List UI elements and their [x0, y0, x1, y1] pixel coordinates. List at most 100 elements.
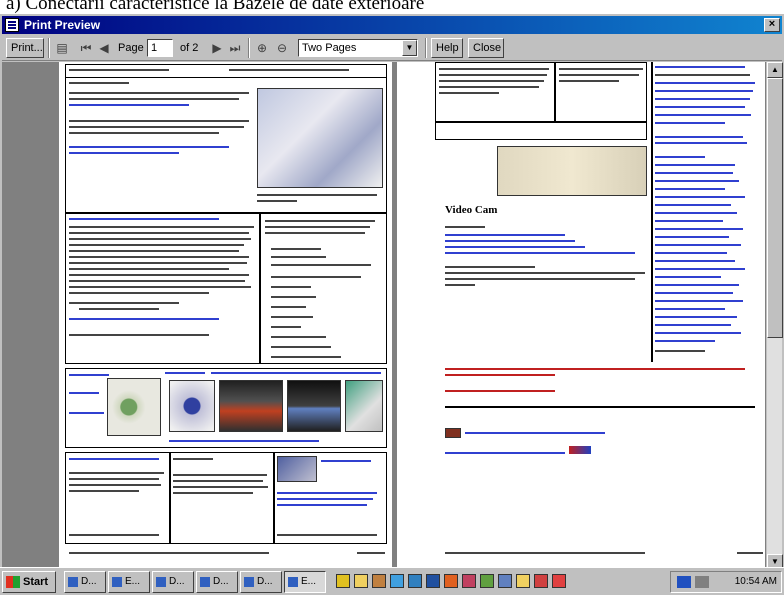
- page-number-input[interactable]: 1: [147, 39, 173, 57]
- quick-launch-icon[interactable]: [408, 574, 422, 588]
- quick-launch-icon[interactable]: [426, 574, 440, 588]
- start-button[interactable]: Start: [2, 571, 56, 593]
- text-line: [69, 126, 244, 128]
- link-line: [277, 498, 373, 500]
- taskbar-item[interactable]: E...: [108, 571, 150, 593]
- list-item: [271, 356, 341, 358]
- quick-launch-icon[interactable]: [444, 574, 458, 588]
- taskbar-item[interactable]: D...: [64, 571, 106, 593]
- text-line: [69, 280, 245, 282]
- print-preview-window: Print Preview × Print... ▤ ⏮ ◀ Page 1 of…: [0, 14, 784, 595]
- view-mode-value: Two Pages: [302, 42, 357, 54]
- text-line: [277, 534, 377, 536]
- taskbar-item-active[interactable]: E...: [284, 571, 326, 593]
- taskbar-item-label: D...: [213, 576, 229, 587]
- print-button[interactable]: Print...: [6, 38, 44, 58]
- text-line: [265, 232, 365, 234]
- link-line: [445, 234, 565, 236]
- page-content-frame: [435, 122, 647, 140]
- preview-area: Video Cam: [2, 62, 766, 570]
- link-line: [655, 220, 723, 222]
- app-icon: [288, 577, 298, 587]
- quick-launch-icon[interactable]: [552, 574, 566, 588]
- text-line: [655, 74, 750, 76]
- zoom-in-icon[interactable]: ⊕: [254, 39, 270, 57]
- text-line: [173, 458, 213, 460]
- clock[interactable]: 10:54 AM: [735, 572, 777, 592]
- preview-page-1[interactable]: [59, 62, 392, 570]
- link-line: [655, 98, 750, 100]
- quick-launch-icon[interactable]: [462, 574, 476, 588]
- column-divider: [259, 212, 261, 364]
- link-line: [655, 122, 725, 124]
- previous-page-icon[interactable]: ◀: [96, 39, 112, 57]
- chevron-down-icon[interactable]: ▼: [402, 40, 417, 56]
- tray-icon[interactable]: [677, 576, 691, 588]
- page-label: Page: [118, 42, 144, 54]
- quick-launch-icon[interactable]: [480, 574, 494, 588]
- close-button[interactable]: Close: [468, 38, 504, 58]
- quick-launch-icon[interactable]: [534, 574, 548, 588]
- link-line: [655, 82, 755, 84]
- text-line: [445, 266, 535, 268]
- text-line: [559, 74, 639, 76]
- folder-icon[interactable]: [516, 574, 530, 588]
- text-line: [69, 250, 239, 252]
- link-line: [445, 390, 555, 392]
- quick-launch-icon[interactable]: [498, 574, 512, 588]
- taskbar-item[interactable]: D...: [152, 571, 194, 593]
- link-line: [655, 268, 745, 270]
- link-line: [655, 300, 743, 302]
- text-line: [559, 68, 643, 70]
- document-heading: a) Conectarii caracteristice la Bazele d…: [6, 0, 425, 14]
- close-window-button[interactable]: ×: [764, 18, 780, 32]
- divider: [445, 406, 755, 408]
- text-line: [69, 472, 164, 474]
- zoom-out-icon[interactable]: ⊖: [274, 39, 290, 57]
- text-line: [69, 292, 209, 294]
- volume-icon[interactable]: [695, 576, 709, 588]
- start-label: Start: [23, 576, 49, 588]
- link-line: [655, 308, 725, 310]
- scroll-thumb[interactable]: [767, 78, 783, 338]
- text-line: [257, 200, 297, 202]
- page-footer-url: [445, 552, 645, 554]
- text-line: [69, 244, 244, 246]
- link-line: [69, 218, 219, 220]
- text-line: [229, 69, 349, 71]
- scroll-up-icon[interactable]: ▲: [767, 62, 783, 78]
- page-setup-icon[interactable]: ▤: [54, 39, 70, 57]
- quick-launch-icon[interactable]: [390, 574, 404, 588]
- quick-launch-icon[interactable]: [336, 574, 350, 588]
- folder-icon[interactable]: [354, 574, 368, 588]
- quick-launch-icon[interactable]: [372, 574, 386, 588]
- vertical-scrollbar[interactable]: ▲ ▼: [766, 62, 783, 570]
- first-page-icon[interactable]: ⏮: [78, 39, 94, 57]
- taskbar-item-label: D...: [81, 576, 97, 587]
- text-line: [69, 256, 249, 258]
- view-mode-dropdown[interactable]: Two Pages ▼: [298, 39, 418, 57]
- list-item: [271, 326, 301, 328]
- page-header-row: [65, 64, 387, 78]
- text-line: [265, 226, 370, 228]
- image-thumbnail: [277, 456, 317, 482]
- preview-page-2[interactable]: Video Cam: [397, 62, 765, 570]
- link-line: [655, 244, 741, 246]
- image-thumbnail: [169, 380, 215, 432]
- text-line: [173, 486, 268, 488]
- link-line: [655, 156, 705, 158]
- text-line: [69, 302, 179, 304]
- taskbar-item[interactable]: D...: [240, 571, 282, 593]
- link-line: [445, 246, 585, 248]
- last-page-icon[interactable]: ⏭: [227, 39, 243, 57]
- page-footer-date: [737, 552, 763, 554]
- text-line: [69, 82, 129, 84]
- list-item: [271, 306, 306, 308]
- link-line: [655, 204, 731, 206]
- text-line: [439, 74, 547, 76]
- next-page-icon[interactable]: ▶: [209, 39, 225, 57]
- help-button[interactable]: Help: [431, 38, 463, 58]
- taskbar-item[interactable]: D...: [196, 571, 238, 593]
- divider: [65, 212, 387, 214]
- link-line: [69, 392, 99, 394]
